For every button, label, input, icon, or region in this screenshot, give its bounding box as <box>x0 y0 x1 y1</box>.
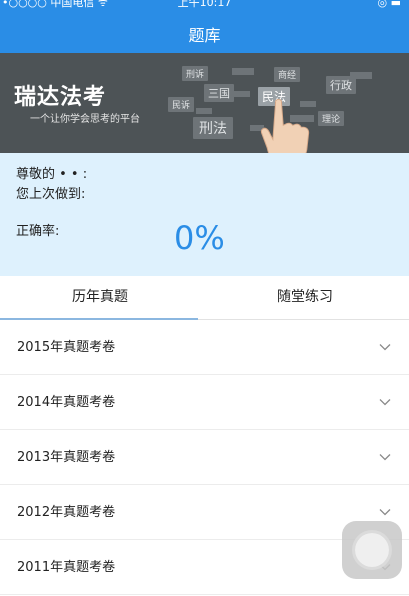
greeting-text: 尊敬的 • • : <box>16 167 88 182</box>
decor-block <box>232 68 254 75</box>
decor-block <box>234 91 250 97</box>
chevron-down-icon <box>379 454 391 461</box>
status-bar: •○○○○ 中国电信 ᯤ 上午10:17 ◎ ▬ <box>0 0 409 12</box>
clock-label: 上午10:17 <box>177 0 232 9</box>
nav-bar: 题库 <box>0 12 409 53</box>
accuracy-label: 正确率: <box>16 224 60 239</box>
chevron-down-icon <box>379 399 391 406</box>
exam-label: 2014年真题考卷 <box>17 395 116 410</box>
tab-bar: 历年真题 随堂练习 <box>0 276 409 320</box>
promo-banner[interactable]: 瑞达法考 一个让你学会思考的平台 刑诉 商经 三国 行政 民诉 民法 刑法 理论 <box>0 53 409 153</box>
list-item[interactable]: 2014年真题考卷 <box>0 375 409 430</box>
exam-label: 2015年真题考卷 <box>17 340 116 355</box>
banner-subtitle: 一个让你学会思考的平台 <box>30 114 140 125</box>
tab-past-exams[interactable]: 历年真题 <box>0 276 200 320</box>
list-item[interactable]: 2013年真题考卷 <box>0 430 409 485</box>
decor-block <box>196 108 212 114</box>
accuracy-value: 0% <box>174 219 225 257</box>
banner-tag: 行政 <box>326 76 356 94</box>
battery-icon: ◎ ▬ <box>377 0 402 9</box>
chevron-down-icon <box>379 509 391 516</box>
banner-tag: 民诉 <box>168 97 195 112</box>
exam-label: 2013年真题考卷 <box>17 450 116 465</box>
assistive-touch-icon <box>355 533 389 567</box>
page-title: 题库 <box>188 26 221 45</box>
banner-tag: 刑诉 <box>182 66 209 81</box>
pointing-hand-icon <box>260 98 310 153</box>
banner-tag: 理论 <box>318 111 345 126</box>
banner-tag: 刑法 <box>193 117 233 139</box>
last-progress-text: 您上次做到: <box>16 187 86 202</box>
list-item[interactable]: 2015年真题考卷 <box>0 320 409 375</box>
exam-label: 2012年真题考卷 <box>17 505 116 520</box>
banner-tag: 三国 <box>204 84 234 102</box>
user-info-panel: 尊敬的 • • : 您上次做到: 正确率: 0% <box>0 153 409 276</box>
banner-tag: 商经 <box>274 67 301 82</box>
assistive-touch-button[interactable] <box>342 521 402 579</box>
chevron-down-icon <box>379 344 391 351</box>
banner-title: 瑞达法考 <box>14 85 107 110</box>
exam-label: 2011年真题考卷 <box>17 560 116 575</box>
tab-practice[interactable]: 随堂练习 <box>205 276 405 320</box>
